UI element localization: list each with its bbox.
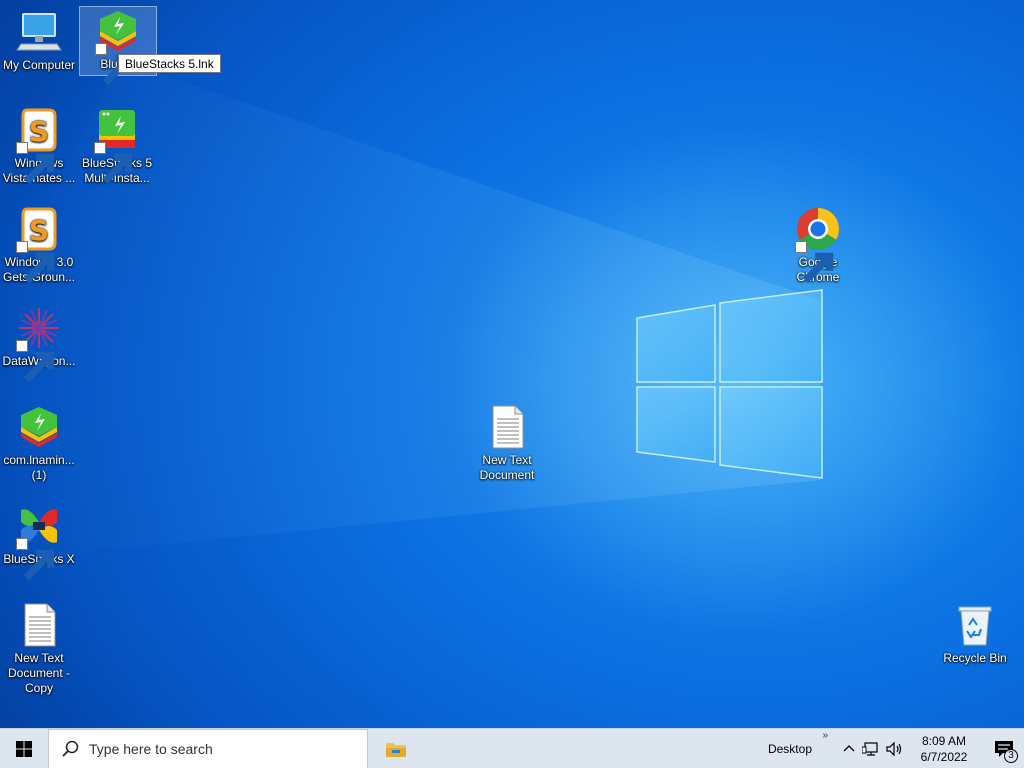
desktop-icon-windows-vista[interactable]: S Windows Vista hates ... <box>0 106 78 186</box>
search-placeholder: Type here to search <box>89 740 213 757</box>
file-explorer-button[interactable] <box>370 729 422 768</box>
shortcut-arrow-icon <box>94 142 133 184</box>
taskbar-search-box[interactable]: Type here to search <box>48 728 368 768</box>
desktop-icon-new-text-document-copy[interactable]: New Text Document - Copy <box>0 601 78 696</box>
volume-icon[interactable] <box>886 741 904 757</box>
desktop-icon-recycle-bin[interactable]: Recycle Bin <box>936 601 1014 666</box>
desktop-toolbar-label: Desktop <box>767 741 812 756</box>
desktop-icon-bluestacks-multi[interactable]: BlueStacks 5 Multi-Insta... <box>78 106 156 186</box>
desktop-icon-google-chrome[interactable]: Google Chrome <box>779 205 857 285</box>
desktop-icon-label: Recycle Bin <box>943 651 1007 665</box>
desktop-icon-windows-3[interactable]: S Windows 3.0 Gets Groun... <box>0 205 78 285</box>
text-document-icon <box>492 405 524 449</box>
file-explorer-icon <box>386 742 406 757</box>
desktop-icon-new-text-document[interactable]: New Text Document <box>468 403 546 483</box>
desktop-icon-label: New Text Document - Copy <box>7 651 71 695</box>
recycle-bin-icon <box>958 606 992 646</box>
toolbar-chevron[interactable]: » <box>822 730 828 741</box>
shortcut-arrow-icon <box>16 142 55 184</box>
desktop-icon-label: My Computer <box>2 58 76 72</box>
system-tray <box>842 741 904 757</box>
taskbar: Type here to search Desktop » 8:09 AM 6/… <box>0 728 1024 768</box>
desktop-icon-com-lnamin[interactable]: com.lnamin... (1) <box>0 403 78 483</box>
desktop-toolbar[interactable]: Desktop » <box>764 730 828 756</box>
shortcut-arrow-icon <box>16 538 55 580</box>
shortcut-arrow-icon <box>95 43 134 85</box>
shortcut-arrow-icon <box>16 340 55 382</box>
bluestacks-icon <box>21 407 57 447</box>
desktop-icon-datawagon[interactable]: DataWagon... <box>0 304 78 382</box>
clock-time: 8:09 AM <box>921 733 967 748</box>
icon-tooltip: BlueStacks 5.lnk <box>118 54 221 73</box>
chevron-up-icon[interactable] <box>842 742 856 756</box>
desktop-icon-label: New Text Document <box>479 453 535 482</box>
desktop-icon-my-computer[interactable]: My Computer <box>0 8 78 73</box>
start-button[interactable] <box>0 729 48 768</box>
shortcut-arrow-icon <box>795 241 834 283</box>
windows-start-icon <box>16 740 32 757</box>
desktop-icon-label: com.lnamin... (1) <box>3 453 75 482</box>
action-center-button[interactable]: 3 <box>984 729 1024 768</box>
network-icon[interactable] <box>862 741 880 757</box>
search-icon <box>62 740 79 757</box>
computer-icon <box>16 13 62 51</box>
taskbar-clock[interactable]: 8:09 AM 6/7/2022 <box>914 733 974 765</box>
shortcut-arrow-icon <box>16 241 55 283</box>
text-document-icon <box>24 603 56 647</box>
clock-date: 6/7/2022 <box>920 749 968 764</box>
notification-count-badge: 3 <box>1004 748 1018 763</box>
desktop-icon-bluestacks-x[interactable]: BlueStacks X <box>0 502 78 580</box>
